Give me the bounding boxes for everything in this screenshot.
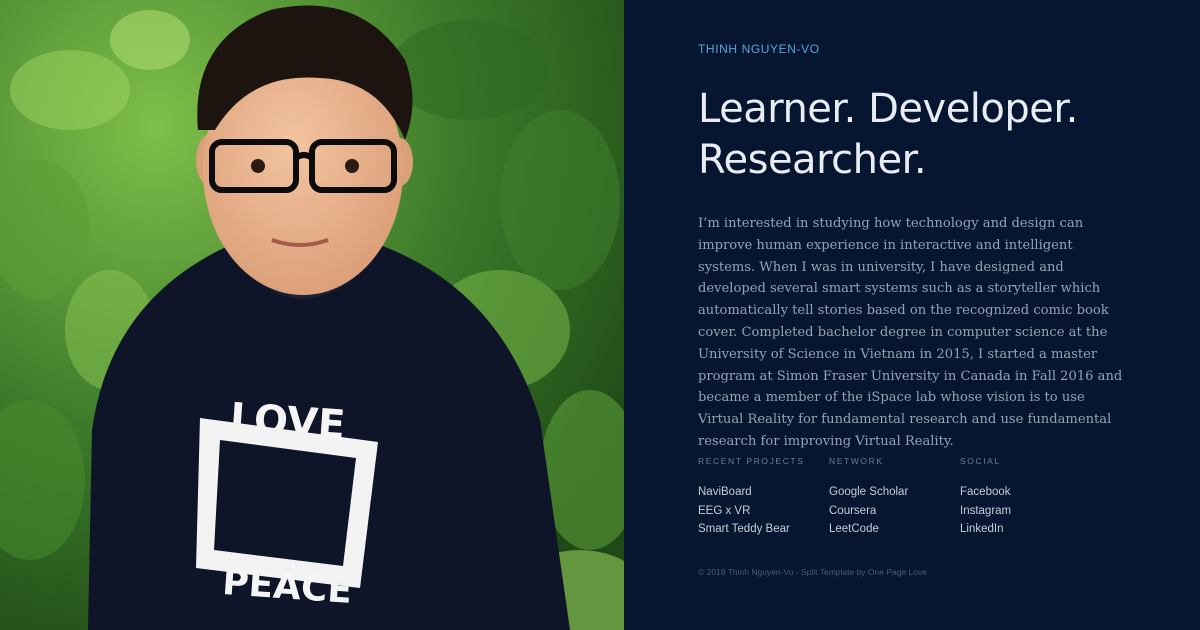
page: LOVE PEACE THINH NGUYEN-VO Learner. Deve… [0,0,1200,630]
page-headline: Learner. Developer. Researcher. [698,84,1178,186]
network-link-coursera[interactable]: Coursera [829,502,960,521]
network-title: NETWORK [829,456,884,466]
network-column: NETWORK Google Scholar Coursera LeetCode [829,456,960,539]
social-column: SOCIAL Facebook Instagram LinkedIn [960,456,1091,539]
projects-title: RECENT PROJECTS [698,456,805,466]
bio-paragraph: I’m interested in studying how technolog… [698,216,1123,449]
network-link-google-scholar[interactable]: Google Scholar [829,483,960,502]
profile-photo: LOVE PEACE [0,0,624,630]
author-name: THINH NGUYEN-VO [698,42,820,56]
headline-line-1: Learner. Developer. [698,86,1078,132]
social-link-instagram[interactable]: Instagram [960,502,1091,521]
projects-column: RECENT PROJECTS NaviBoard EEG x VR Smart… [698,456,829,539]
footer-credit: © 2018 Thinh Nguyen-Vo - Split Template … [698,567,927,577]
project-link-naviboard[interactable]: NaviBoard [698,483,829,502]
headline-line-2: Researcher. [698,137,927,183]
project-link-smart-teddy-bear[interactable]: Smart Teddy Bear [698,520,829,539]
social-link-facebook[interactable]: Facebook [960,483,1091,502]
profile-photo-illustration: LOVE PEACE [0,0,624,630]
network-link-leetcode[interactable]: LeetCode [829,520,960,539]
intro-panel: THINH NGUYEN-VO Learner. Developer. Rese… [624,0,1200,630]
project-link-eeg-vr[interactable]: EEG x VR [698,502,829,521]
social-title: SOCIAL [960,456,1001,466]
social-link-linkedin[interactable]: LinkedIn [960,520,1091,539]
link-columns: RECENT PROJECTS NaviBoard EEG x VR Smart… [698,456,1091,539]
